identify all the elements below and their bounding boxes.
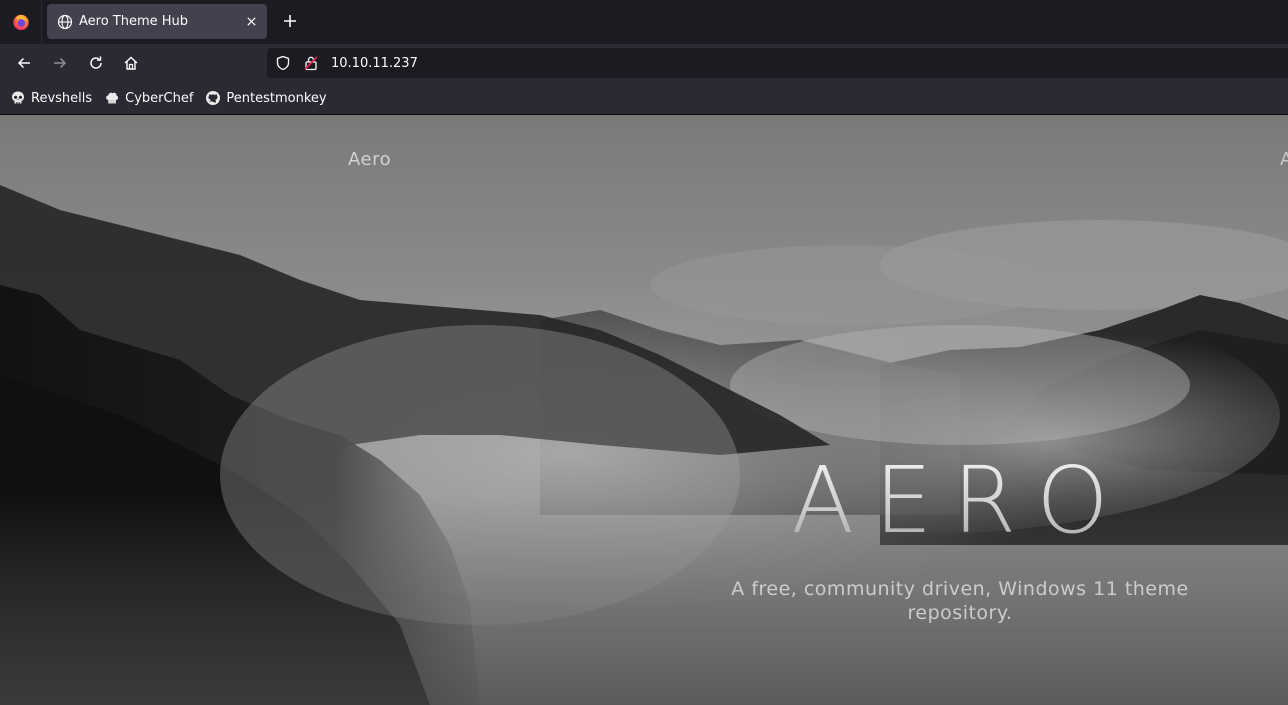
home-button[interactable] bbox=[119, 51, 143, 75]
forward-arrow-icon bbox=[54, 57, 67, 69]
tab-title: Aero Theme Hub bbox=[79, 14, 189, 29]
bookmark-pentestmonkey[interactable]: Pentestmonkey bbox=[205, 90, 327, 106]
tab-strip: Aero Theme Hub bbox=[0, 0, 1288, 44]
bookmark-label: Revshells bbox=[31, 90, 93, 106]
address-bar[interactable]: 10.10.11.237 bbox=[267, 48, 1288, 78]
web-page-viewport: Aero A AERO A free, community driven, Wi… bbox=[0, 115, 1288, 705]
tab-aero-theme-hub[interactable]: Aero Theme Hub bbox=[47, 4, 267, 39]
forward-button[interactable] bbox=[48, 51, 72, 75]
site-brand-link[interactable]: Aero bbox=[348, 149, 391, 170]
insecure-lock-icon[interactable] bbox=[303, 55, 319, 71]
bookmark-cyberchef[interactable]: CyberChef bbox=[104, 90, 193, 106]
bookmark-revshells[interactable]: Revshells bbox=[10, 90, 92, 106]
hero-subtitle: A free, community driven, Windows 11 the… bbox=[731, 578, 1189, 624]
bookmark-label: Pentestmonkey bbox=[226, 90, 327, 106]
bookmarks-toolbar: Revshells CyberChef Pentestmonkey bbox=[0, 82, 1288, 115]
back-button[interactable] bbox=[12, 51, 36, 75]
new-tab-button[interactable] bbox=[278, 9, 302, 33]
reload-icon bbox=[90, 56, 102, 69]
skull-icon bbox=[10, 90, 26, 106]
back-arrow-icon bbox=[17, 57, 30, 69]
reload-button[interactable] bbox=[84, 51, 108, 75]
firefox-logo-icon[interactable] bbox=[0, 0, 42, 44]
globe-icon bbox=[57, 14, 73, 30]
close-tab-icon[interactable] bbox=[243, 14, 259, 30]
home-icon bbox=[124, 56, 138, 70]
url-text[interactable]: 10.10.11.237 bbox=[331, 56, 418, 71]
hero-title: AERO bbox=[700, 455, 1220, 547]
navigation-toolbar: 10.10.11.237 bbox=[0, 44, 1288, 82]
bookmark-label: CyberChef bbox=[125, 90, 194, 106]
tracking-protection-shield-icon[interactable] bbox=[275, 55, 291, 71]
chef-hat-icon bbox=[104, 90, 120, 106]
site-nav-link[interactable]: A bbox=[1280, 149, 1288, 170]
github-icon bbox=[205, 90, 221, 106]
